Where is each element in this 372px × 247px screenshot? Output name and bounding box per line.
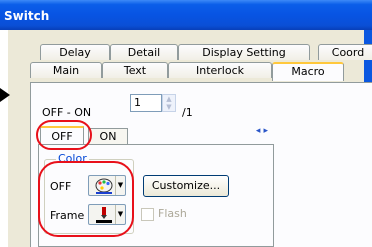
- tab-state-off[interactable]: OFF: [40, 126, 84, 144]
- offon-label: OFF - ON: [42, 106, 92, 119]
- frame-color-picker[interactable]: ▼: [88, 204, 126, 225]
- tab-text[interactable]: Text: [102, 62, 168, 78]
- tab-interlock[interactable]: Interlock: [168, 62, 272, 78]
- tab-coord[interactable]: Coord: [318, 44, 372, 60]
- chevron-down-icon[interactable]: ▼: [115, 176, 125, 195]
- color-group-title: Color: [56, 152, 89, 165]
- offon-total: /1: [182, 106, 193, 119]
- chevron-down-icon[interactable]: ▼: [115, 205, 125, 224]
- flash-checkbox[interactable]: [141, 208, 154, 221]
- tab-delay[interactable]: Delay: [40, 44, 110, 60]
- flash-label: Flash: [158, 207, 187, 220]
- window-title: Switch: [4, 9, 50, 23]
- offon-count-input[interactable]: 1: [130, 94, 162, 112]
- spin-up-icon[interactable]: ▲: [163, 95, 175, 103]
- tab-state-on[interactable]: ON: [88, 128, 128, 144]
- tab-scroll-arrows-icon[interactable]: ◂ ▸: [254, 124, 270, 138]
- customize-button[interactable]: Customize...: [143, 175, 229, 197]
- tab-main[interactable]: Main: [30, 62, 102, 78]
- tab-display-setting[interactable]: Display Setting: [178, 44, 310, 60]
- tab-detail[interactable]: Detail: [110, 44, 178, 60]
- off-color-label: OFF: [50, 180, 72, 193]
- spin-down-icon[interactable]: ▼: [163, 103, 175, 111]
- frame-color-label: Frame: [50, 209, 85, 222]
- off-color-picker[interactable]: ▼: [88, 175, 126, 196]
- title-bar: Switch: [0, 0, 372, 30]
- left-frame: [8, 30, 14, 247]
- pen-color-icon: [96, 207, 112, 223]
- tab-macro[interactable]: Macro: [272, 62, 344, 81]
- switch-dialog: Switch Delay Detail Display Setting Coor…: [0, 0, 372, 247]
- palette-icon: [95, 178, 113, 194]
- pointer-arrow-icon: [0, 88, 10, 102]
- offon-spinner[interactable]: ▲ ▼: [162, 94, 176, 112]
